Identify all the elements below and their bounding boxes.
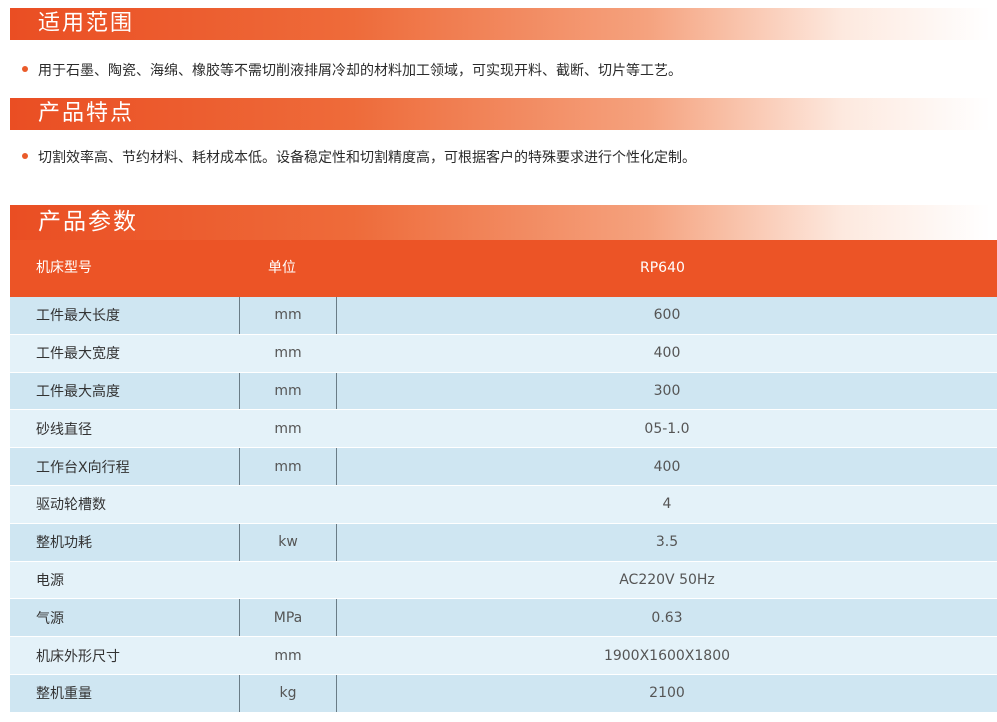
table-row: 工件最大高度 mm 300	[10, 372, 997, 411]
features-text: 切割效率高、节约材料、耗材成本低。设备稳定性和切割精度高，可根据客户的特殊要求进…	[38, 150, 696, 166]
param-unit: mm	[239, 372, 337, 410]
param-value: 4	[662, 496, 672, 513]
param-name: 驱动轮槽数	[36, 497, 106, 514]
param-name: 整机重量	[36, 686, 92, 703]
section-title-params: 产品参数	[38, 209, 138, 235]
table-header: 机床型号 单位 RP640	[10, 240, 997, 297]
param-name: 工作台X向行程	[36, 459, 130, 476]
param-name: 气源	[36, 610, 64, 627]
param-name: 工件最大长度	[36, 308, 120, 325]
table-row: 驱动轮槽数 4	[10, 485, 997, 524]
param-name: 整机功耗	[36, 535, 92, 552]
params-table: 机床型号 单位 RP640 工件最大长度 mm 600 工件最大宽度 mm 400 工件最大…	[10, 240, 997, 713]
param-value: 400	[653, 458, 681, 475]
param-unit: mm	[239, 448, 337, 485]
header-value: RP640	[640, 260, 685, 276]
table-body: 工件最大长度 mm 600 工件最大宽度 mm 400 工件最大高度 mm 300 砂线直径 mm 0…	[10, 297, 997, 713]
param-value: 600	[653, 307, 681, 324]
section-header-params: 产品参数	[10, 205, 990, 240]
param-unit	[239, 562, 337, 599]
header-unit: 单位	[268, 260, 296, 276]
param-value: 2100	[649, 685, 685, 702]
scope-text: 用于石墨、陶瓷、海绵、橡胶等不需切削液排屑冷却的材料加工领域，可实现开料、截断、…	[38, 63, 682, 79]
param-value: 0.63	[651, 609, 683, 626]
param-name: 电源	[36, 572, 64, 589]
table-row: 机床外形尺寸 mm 1900X1600X1800	[10, 637, 997, 675]
param-name: 工件最大高度	[36, 383, 120, 400]
param-value: 400	[653, 345, 681, 362]
table-row: 工作台X向行程 mm 400	[10, 448, 997, 486]
scope-description: 用于石墨、陶瓷、海绵、橡胶等不需切削液排屑冷却的材料加工领域，可实现开料、截断、…	[22, 61, 682, 81]
table-row: 整机功耗 kw 3.5	[10, 523, 997, 562]
table-row: 电源 AC220V 50Hz	[10, 561, 997, 600]
param-value: 3.5	[655, 534, 679, 551]
section-title-scope: 适用范围	[38, 11, 135, 36]
param-value: 05-1.0	[644, 420, 690, 437]
section-header-scope: 适用范围	[10, 8, 990, 40]
table-row: 砂线直径 mm 05-1.0	[10, 410, 997, 449]
table-row: 工件最大宽度 mm 400	[10, 334, 997, 373]
bullet-dot-icon	[22, 153, 28, 159]
param-unit: kg	[239, 674, 337, 712]
bullet-dot-icon	[22, 66, 28, 72]
param-unit: mm	[239, 297, 337, 334]
table-row: 工件最大长度 mm 600	[10, 297, 997, 335]
header-model: 机床型号	[36, 260, 92, 276]
param-unit: mm	[274, 420, 302, 437]
features-description: 切割效率高、节约材料、耗材成本低。设备稳定性和切割精度高，可根据客户的特殊要求进…	[22, 148, 696, 168]
param-value: 300	[653, 382, 681, 399]
section-title-features: 产品特点	[38, 101, 135, 126]
param-unit	[239, 486, 337, 523]
param-value: AC220V 50Hz	[619, 571, 715, 588]
param-unit: mm	[274, 647, 302, 664]
param-unit: MPa	[239, 599, 337, 637]
param-name: 机床外形尺寸	[36, 648, 120, 665]
param-unit: mm	[274, 345, 302, 362]
param-unit: kw	[239, 523, 337, 561]
param-name: 工件最大宽度	[36, 346, 120, 363]
table-row: 整机重量 kg 2100	[10, 674, 997, 713]
param-value: 1900X1600X1800	[603, 647, 731, 664]
section-header-features: 产品特点	[10, 98, 990, 130]
table-row: 气源 MPa 0.63	[10, 599, 997, 638]
param-name: 砂线直径	[36, 421, 92, 438]
